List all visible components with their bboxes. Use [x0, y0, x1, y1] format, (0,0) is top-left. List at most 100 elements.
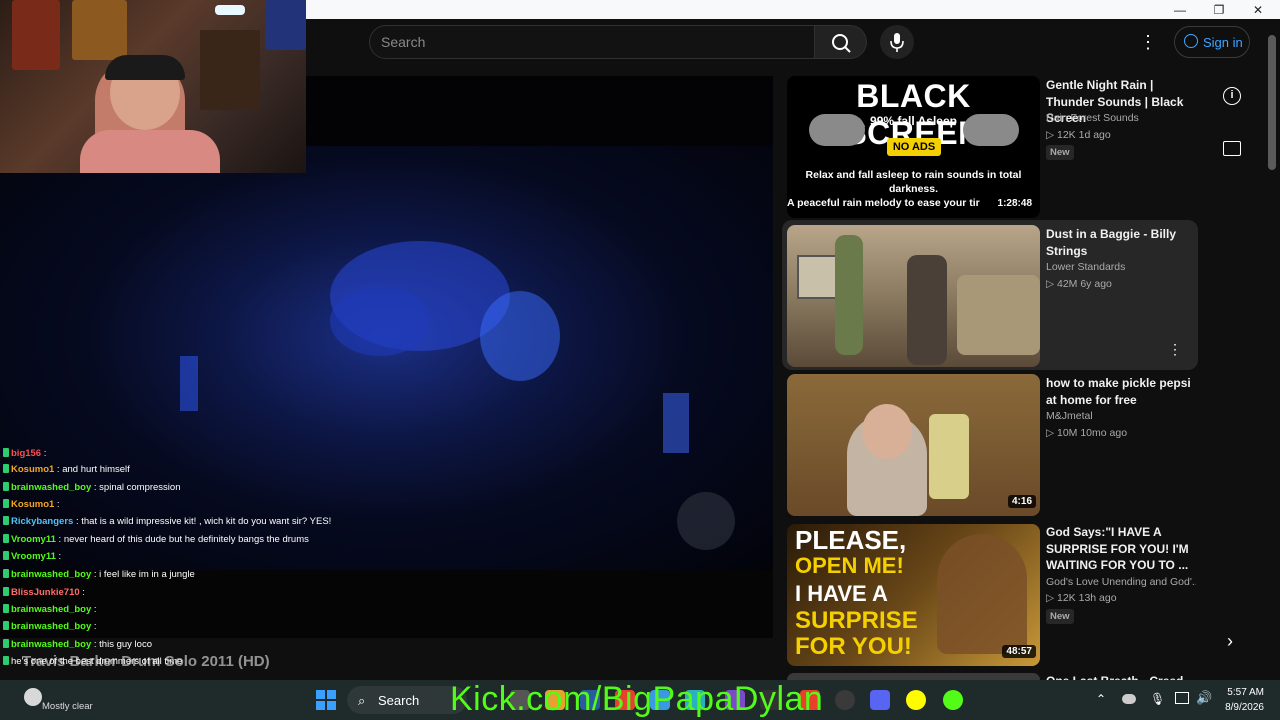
chat-username[interactable]: Rickybangers	[11, 516, 73, 527]
video-meta-text: 12K 1d ago	[1057, 129, 1111, 141]
sign-in-label: Sign in	[1203, 35, 1243, 50]
chat-username[interactable]: Kosumo1	[11, 499, 54, 510]
duration-badge: 1:28:48	[993, 197, 1036, 210]
chat-username[interactable]: big156	[11, 448, 41, 459]
chat-text: i feel like im in a jungle	[99, 569, 195, 580]
app-icon[interactable]	[943, 690, 963, 710]
chat-text: spinal compression	[99, 482, 181, 493]
video-player[interactable]	[0, 146, 773, 570]
chat-message: Vroomy11 :	[3, 549, 61, 564]
chat-username[interactable]: Vroomy11	[11, 534, 56, 545]
chat-message: Vroomy11 : never heard of this dude but …	[3, 532, 309, 547]
snapchat-icon[interactable]	[906, 690, 926, 710]
chevron-right-icon[interactable]: ›	[1227, 631, 1233, 652]
chat-message: brainwashed_boy : i feel like im in a ju…	[3, 567, 195, 582]
chat-badge-icon	[3, 569, 9, 578]
settings-kebab-icon[interactable]: ⋮	[1138, 31, 1158, 53]
channel-name[interactable]: M&Jmetal	[1046, 410, 1093, 422]
chat-username[interactable]: brainwashed_boy	[11, 569, 91, 580]
chat-badge-icon	[3, 516, 9, 525]
chat-text: that is a wild impressive kit! , wich ki…	[81, 516, 332, 527]
chat-separator: :	[91, 604, 97, 615]
video-thumbnail[interactable]	[787, 673, 1040, 680]
network-icon[interactable]	[1175, 692, 1189, 704]
clock-date[interactable]: 8/9/2026	[1220, 702, 1264, 713]
mic-tray-icon[interactable]: 🎙	[1150, 692, 1165, 706]
chat-message: brainwashed_boy :	[3, 619, 97, 634]
video-title[interactable]: how to make pickle pepsi at home for fre…	[1046, 375, 1194, 408]
scrollbar[interactable]	[1268, 35, 1276, 170]
chat-badge-icon	[3, 499, 9, 508]
chat-separator: :	[91, 639, 100, 650]
chat-message: brainwashed_boy : this guy loco	[3, 637, 152, 652]
chat-message: BlissJunkie710 :	[3, 585, 85, 600]
video-overlay-title: Travis Barker Drum Solo 2011 (HD)	[22, 653, 270, 670]
weather-icon[interactable]	[24, 688, 42, 706]
kick-overlay-text: Kick.com/BigPapaDylan	[450, 680, 824, 718]
video-meta: ▷ 12K 1d ago	[1046, 129, 1111, 141]
voice-search-button[interactable]	[880, 25, 914, 59]
chat-badge-icon	[3, 464, 9, 473]
duration-badge: 48:57	[1002, 645, 1036, 658]
no-ads-badge: NO ADS	[887, 138, 941, 156]
more-actions-icon[interactable]: ⋮	[1168, 341, 1182, 358]
chat-username[interactable]: brainwashed_boy	[11, 621, 91, 632]
chat-username[interactable]: BlissJunkie710	[11, 587, 80, 598]
clock-time[interactable]: 5:57 AM	[1226, 687, 1264, 698]
webcam-overlay	[0, 0, 306, 173]
chat-message: Rickybangers : that is a wild impressive…	[3, 514, 331, 529]
microphone-icon	[890, 33, 904, 52]
search-input[interactable]	[369, 25, 815, 59]
cloud-icon	[963, 114, 1019, 146]
chat-username[interactable]: brainwashed_boy	[11, 639, 91, 650]
chat-separator: :	[91, 482, 100, 493]
video-title[interactable]: One Last Breath - Creed	[1046, 673, 1194, 680]
channel-name[interactable]: God's Love Unending and God'...	[1046, 576, 1196, 588]
minimize-button[interactable]: —	[1172, 2, 1188, 18]
video-thumbnail[interactable]	[787, 225, 1040, 367]
video-meta: ▷ 42M 6y ago	[1046, 278, 1112, 290]
chat-text: never heard of this dude but he definite…	[63, 534, 309, 545]
thumb-l4: SURPRISE	[795, 607, 918, 634]
browser-titlebar	[306, 0, 1280, 19]
channel-name[interactable]: Rain Forest Sounds	[1046, 112, 1139, 124]
thumb-l5: FOR YOU!	[795, 633, 912, 660]
chat-username[interactable]: Kosumo1	[11, 464, 54, 475]
info-icon[interactable]: i	[1223, 87, 1241, 105]
chevron-up-icon[interactable]: ⌃	[1096, 692, 1106, 706]
taskbar-search-icon: ⌕	[358, 693, 366, 708]
thumb-line1: Relax and fall asleep to rain sounds in …	[805, 169, 1022, 195]
video-title[interactable]: Dust in a Baggie - Billy Strings	[1046, 226, 1194, 259]
feedback-icon[interactable]	[1223, 141, 1241, 156]
chat-badge-icon	[3, 639, 9, 648]
onedrive-icon[interactable]	[1122, 694, 1136, 704]
chat-username[interactable]: Vroomy11	[11, 551, 56, 562]
xbox-icon[interactable]	[835, 690, 855, 710]
thumb-l2: OPEN ME!	[795, 553, 904, 578]
video-meta-text: 12K 13h ago	[1057, 592, 1117, 604]
chat-separator: :	[54, 499, 60, 510]
windows-start-icon[interactable]	[316, 690, 336, 710]
chat-badge-icon	[3, 448, 9, 457]
chat-badge-icon	[3, 551, 9, 560]
close-button[interactable]: ✕	[1250, 2, 1266, 18]
weather-text: Mostly clear	[42, 701, 93, 712]
chat-username[interactable]: brainwashed_boy	[11, 604, 91, 615]
channel-name[interactable]: Lower Standards	[1046, 261, 1125, 273]
video-thumbnail[interactable]: PLEASE, OPEN ME! I HAVE A SURPRISE FOR Y…	[787, 524, 1040, 666]
chat-separator: :	[55, 551, 62, 562]
thumb-line2: A peaceful rain melody to ease your tir	[787, 197, 980, 209]
chat-text: and hurt himself	[62, 464, 130, 475]
chat-message: brainwashed_boy :	[3, 602, 97, 617]
search-placeholder: Search	[381, 34, 426, 50]
chat-badge-icon	[3, 534, 9, 543]
restore-button[interactable]: ❐	[1211, 2, 1227, 18]
chat-username[interactable]: brainwashed_boy	[11, 482, 91, 493]
chat-separator: :	[79, 587, 85, 598]
video-thumbnail[interactable]: 4:16	[787, 374, 1040, 516]
video-title[interactable]: God Says:"I HAVE A SURPRISE FOR YOU! I'M…	[1046, 524, 1194, 574]
search-button[interactable]	[815, 25, 867, 59]
volume-icon[interactable]: 🔊	[1196, 690, 1212, 706]
video-thumbnail[interactable]: BLACK SCREEN 99% fall Asleep NO ADS Rela…	[787, 76, 1040, 218]
discord-icon[interactable]	[870, 690, 890, 710]
